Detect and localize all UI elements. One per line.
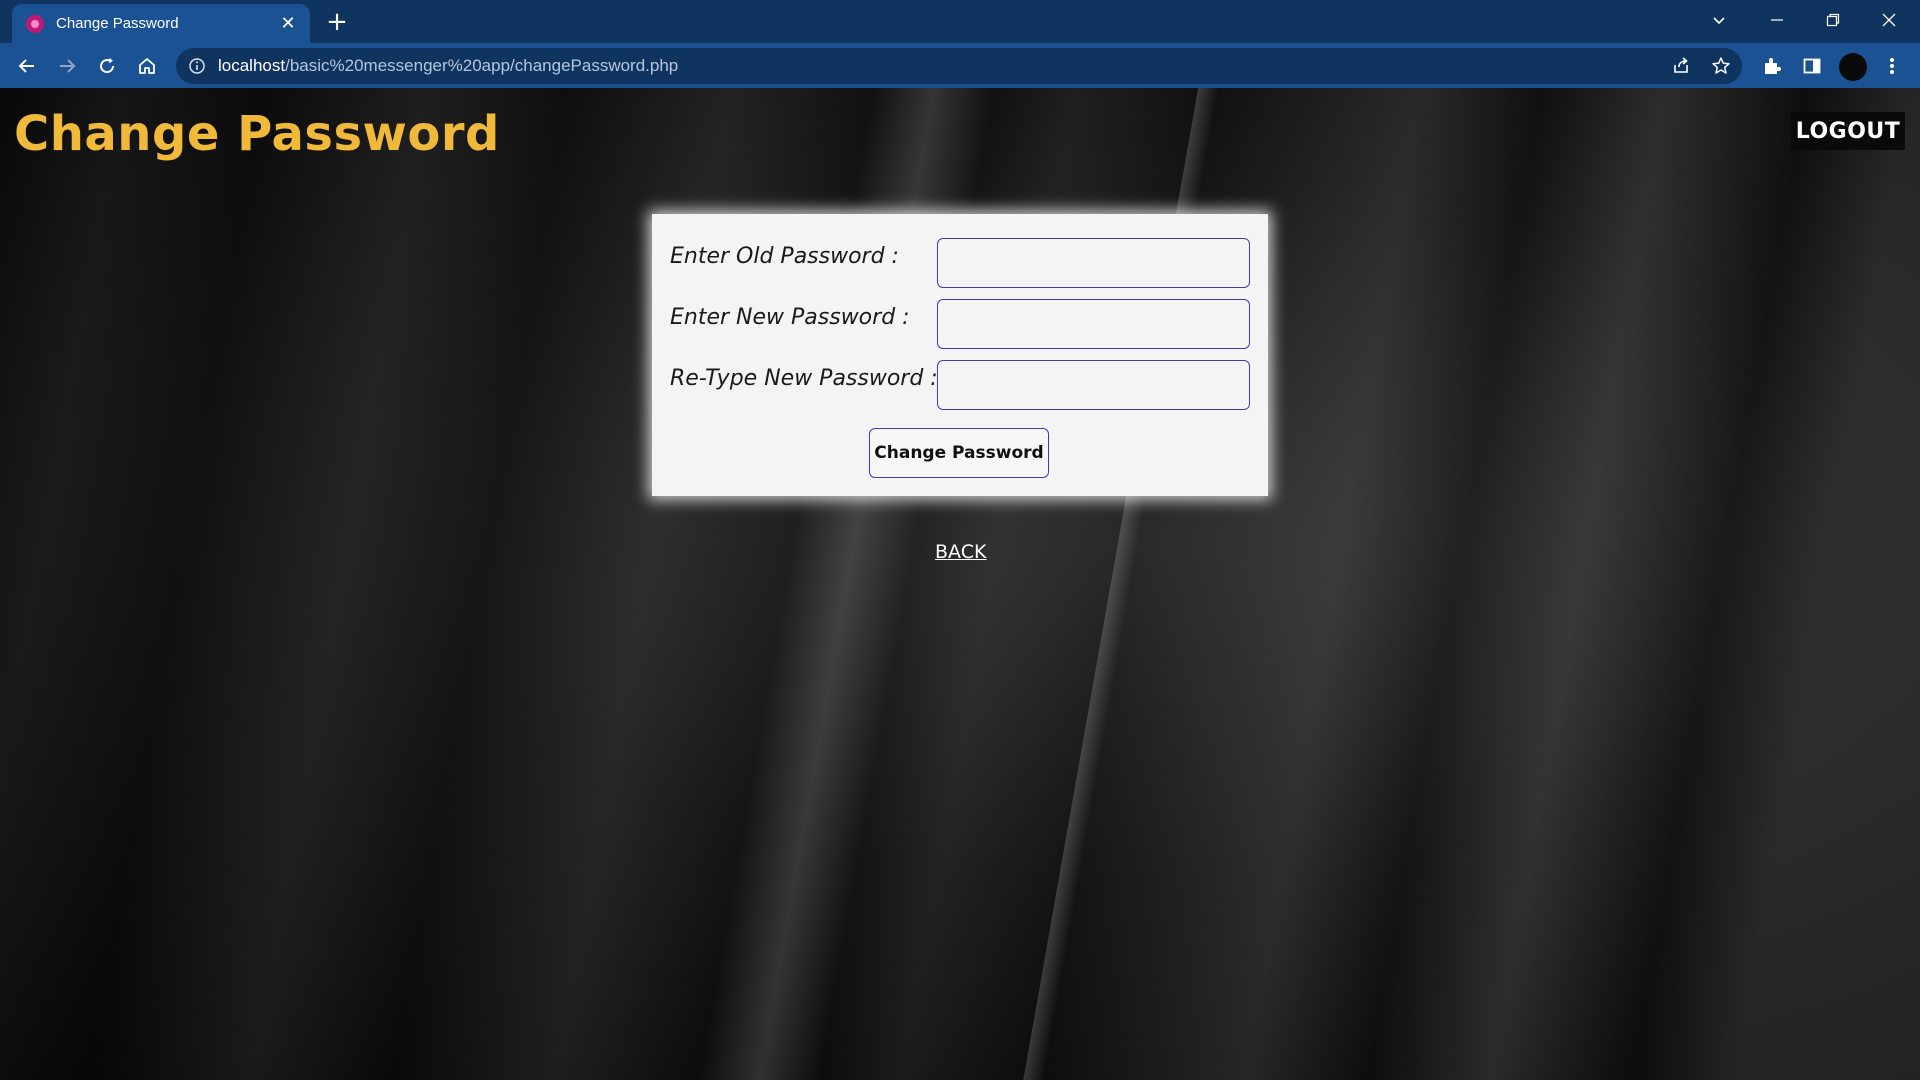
url-host: localhost: [218, 56, 286, 75]
change-password-form: Enter Old Password : Enter New Password …: [652, 214, 1268, 496]
site-info-icon[interactable]: [188, 57, 206, 75]
url-text: localhost/basic%20messenger%20app/change…: [218, 56, 678, 76]
new-password-label: Enter New Password :: [670, 305, 910, 330]
browser-tab[interactable]: Change Password ✕: [12, 4, 310, 43]
tab-search-icon[interactable]: [1692, 4, 1746, 36]
back-arrow-icon[interactable]: [13, 52, 41, 80]
side-panel-icon[interactable]: [1798, 52, 1826, 80]
forward-arrow-icon[interactable]: [53, 52, 81, 80]
address-bar[interactable]: localhost/basic%20messenger%20app/change…: [176, 48, 1742, 84]
change-password-button[interactable]: Change Password: [869, 428, 1049, 478]
browser-tab-bar: Change Password ✕ +: [0, 0, 1920, 43]
url-path: /basic%20messenger%20app/changePassword.…: [285, 56, 679, 75]
profile-avatar[interactable]: [1839, 53, 1867, 81]
retype-password-label: Re-Type New Password :: [670, 366, 938, 391]
new-tab-button[interactable]: +: [322, 8, 352, 38]
minimize-icon[interactable]: [1750, 4, 1804, 36]
browser-toolbar: localhost/basic%20messenger%20app/change…: [0, 43, 1920, 88]
tab-favicon-icon: [26, 14, 44, 33]
logout-button[interactable]: LOGOUT: [1791, 112, 1905, 150]
old-password-label: Enter Old Password :: [670, 244, 899, 269]
home-icon[interactable]: [133, 52, 161, 80]
close-window-icon[interactable]: [1862, 4, 1916, 36]
retype-password-input[interactable]: [937, 360, 1250, 410]
new-password-input[interactable]: [937, 299, 1250, 349]
tab-title: Change Password: [56, 15, 179, 32]
share-icon[interactable]: [1669, 54, 1693, 78]
bookmark-star-icon[interactable]: [1709, 54, 1733, 78]
old-password-input[interactable]: [937, 238, 1250, 288]
extensions-icon[interactable]: [1758, 52, 1786, 80]
page-title: Change Password: [14, 106, 500, 162]
restore-icon[interactable]: [1806, 4, 1860, 36]
page-viewport: Change Password LOGOUT Enter Old Passwor…: [0, 88, 1920, 1080]
menu-kebab-icon[interactable]: [1878, 52, 1906, 80]
tab-close-icon[interactable]: ✕: [278, 14, 298, 33]
back-link[interactable]: BACK: [935, 541, 986, 563]
reload-icon[interactable]: [93, 52, 121, 80]
